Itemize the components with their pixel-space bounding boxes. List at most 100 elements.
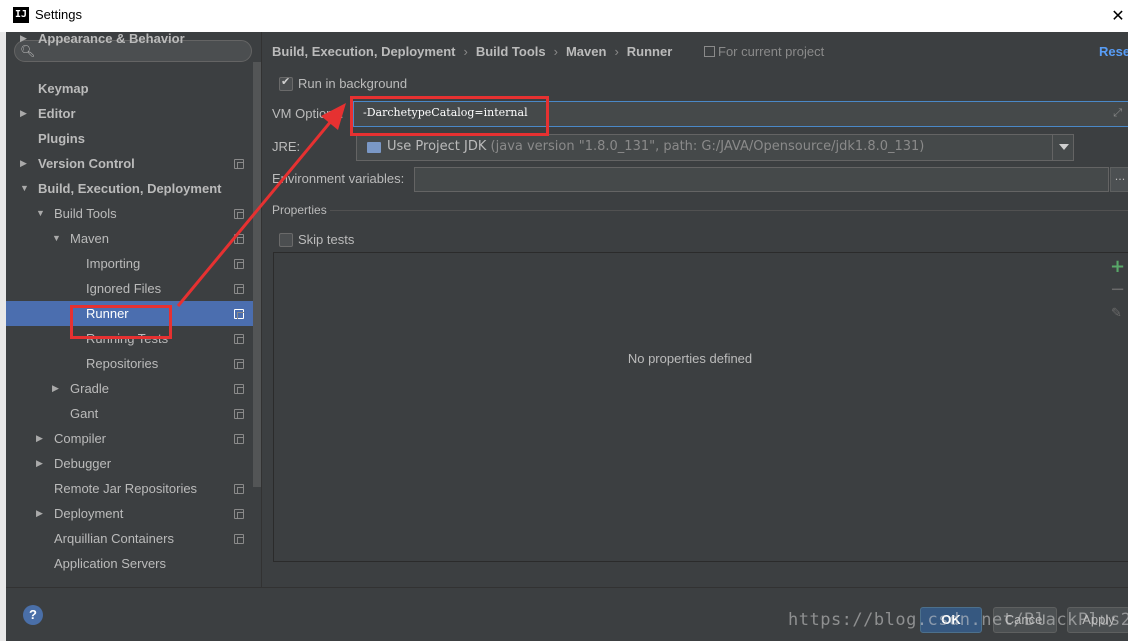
run-in-background-checkbox[interactable] [279, 75, 293, 91]
sidebar-item-build-tools[interactable]: ▼ Build Tools [6, 201, 253, 226]
env-vars-input[interactable] [414, 167, 1109, 192]
sidebar-item-editor[interactable]: ▶ Editor [6, 101, 253, 126]
chevron-down-icon [1059, 144, 1069, 150]
annotation-box-runner [70, 305, 172, 339]
breadcrumb-part: Maven [565, 44, 607, 59]
breadcrumb-part: Runner [626, 44, 673, 59]
sidebar-item-label: Keymap [38, 81, 89, 96]
bottom-divider [6, 587, 1128, 588]
sidebar-item-label: Gradle [70, 381, 110, 396]
add-icon[interactable]: + [1110, 256, 1125, 277]
sidebar-item-deployment[interactable]: ▶ Deployment [6, 501, 253, 526]
sidebar-item-application-servers[interactable]: Application Servers [6, 551, 253, 576]
env-vars-label: Environment variables: [272, 171, 405, 186]
env-vars-browse-button[interactable]: ... [1110, 167, 1128, 192]
project-level-icon [234, 309, 244, 319]
sidebar-scrollbar[interactable] [253, 62, 261, 487]
collapsed-arrow-icon[interactable]: ▶ [20, 32, 32, 51]
sidebar-item-gant[interactable]: Gant [6, 401, 253, 426]
sidebar-item-label: Ignored Files [86, 281, 162, 296]
sidebar-item-version-control[interactable]: ▶ Version Control [6, 151, 253, 176]
annotation-box-vm-options [350, 96, 549, 136]
sidebar-item-label: Editor [38, 106, 76, 121]
jre-value-text: Use Project JDK [387, 139, 487, 154]
section-divider [330, 210, 1128, 211]
intellij-app-icon: IJ [13, 7, 29, 23]
collapsed-arrow-icon[interactable]: ▶ [36, 451, 48, 476]
close-icon[interactable]: ✕ [1108, 2, 1128, 30]
vm-options-label: VM Options: [272, 106, 344, 121]
collapsed-arrow-icon[interactable]: ▶ [20, 101, 32, 126]
empty-table-text: No properties defined [627, 351, 753, 366]
folder-icon [367, 142, 381, 153]
sidebar-item-maven[interactable]: ▼ Maven [6, 226, 253, 251]
skip-tests-checkbox[interactable] [279, 233, 293, 247]
collapsed-arrow-icon[interactable]: ▶ [20, 151, 32, 176]
sidebar-item-gradle[interactable]: ▶ Gradle [6, 376, 253, 401]
splitter[interactable] [261, 32, 262, 587]
dropdown-button[interactable] [1052, 135, 1073, 160]
sidebar-item-importing[interactable]: Importing [6, 251, 253, 276]
project-level-icon [234, 234, 244, 244]
breadcrumb-separator: › [463, 44, 468, 59]
sidebar-item-label: Appearance & Behavior [38, 32, 185, 46]
sidebar-item-label: Remote Jar Repositories [54, 481, 198, 496]
sidebar-item-build-execution-deployment[interactable]: ▼ Build, Execution, Deployment [6, 176, 253, 201]
collapsed-arrow-icon[interactable]: ▶ [36, 501, 48, 526]
jre-selected-value: Use Project JDK (java version "1.8.0_131… [387, 139, 924, 154]
sidebar-item-ignored-files[interactable]: Ignored Files [6, 276, 253, 301]
sidebar-item-label: Deployment [54, 506, 124, 521]
skip-tests-label: Skip tests [298, 232, 355, 247]
properties-toolbar: + − ✎ [1105, 252, 1128, 562]
collapsed-arrow-icon[interactable]: ▶ [36, 426, 48, 451]
breadcrumb-part: Build Tools [475, 44, 546, 59]
sidebar-item-remote-jar-repositories[interactable]: Remote Jar Repositories [6, 476, 253, 501]
help-button[interactable]: ? [23, 605, 43, 625]
project-level-icon [234, 359, 244, 369]
project-level-icon [234, 484, 244, 494]
sidebar-item-plugins[interactable]: Plugins [6, 126, 253, 151]
sidebar-item-compiler[interactable]: ▶ Compiler [6, 426, 253, 451]
sidebar-item-label: Application Servers [54, 556, 166, 571]
sidebar-item-arquillian-containers[interactable]: Arquillian Containers [6, 526, 253, 551]
expanded-arrow-icon[interactable]: ▼ [20, 176, 32, 201]
project-level-icon [234, 509, 244, 519]
breadcrumb-part: Build, Execution, Deployment [272, 44, 456, 59]
jre-dropdown[interactable]: Use Project JDK (java version "1.8.0_131… [356, 134, 1074, 161]
sidebar-item-appearance-behavior[interactable]: ▶ Appearance & Behavior [6, 32, 253, 51]
sidebar-item-label: Maven [70, 231, 110, 246]
breadcrumb-separator: › [553, 44, 558, 59]
run-in-background-label: Run in background [298, 76, 408, 91]
jre-label: JRE: [272, 139, 301, 154]
expanded-arrow-icon[interactable]: ▼ [36, 201, 48, 226]
project-level-icon [234, 284, 244, 294]
sidebar-item-keymap[interactable]: Keymap [6, 76, 253, 101]
project-level-icon [234, 384, 244, 394]
sidebar-item-repositories[interactable]: Repositories [6, 351, 253, 376]
edit-pencil-icon[interactable]: ✎ [1111, 306, 1122, 321]
remove-icon[interactable]: − [1110, 279, 1125, 300]
watermark: https://blog.csdn.net/BlackPlus28 [788, 610, 1128, 630]
properties-table[interactable]: No properties defined [273, 252, 1107, 562]
window-title: Settings [35, 7, 82, 22]
sidebar-item-label: Compiler [54, 431, 107, 446]
project-level-icon [234, 159, 244, 169]
sidebar-item-label: Debugger [54, 456, 112, 471]
sidebar-item-label: Arquillian Containers [54, 531, 174, 546]
jre-value-detail: (java version "1.8.0_131", path: G:/JAVA… [490, 139, 925, 154]
properties-section-label: Properties [272, 203, 327, 217]
project-level-icon [234, 434, 244, 444]
title-bar: IJ Settings ✕ [0, 0, 1128, 32]
project-level-icon [234, 534, 244, 544]
reset-link[interactable]: Reset [1099, 44, 1128, 59]
expanded-arrow-icon[interactable]: ▼ [52, 226, 64, 251]
sidebar-item-debugger[interactable]: ▶ Debugger [6, 451, 253, 476]
sidebar-item-label: Repositories [86, 356, 159, 371]
collapsed-arrow-icon[interactable]: ▶ [52, 376, 64, 401]
breadcrumb: Build, Execution, Deployment › Build Tools… [272, 44, 672, 59]
expand-icon[interactable]: ⤢ [1113, 106, 1122, 120]
sidebar-item-label: Gant [70, 406, 99, 421]
sidebar-item-label: Build Tools [54, 206, 117, 221]
breadcrumb-separator: › [614, 44, 619, 59]
project-scope-icon [704, 46, 715, 57]
